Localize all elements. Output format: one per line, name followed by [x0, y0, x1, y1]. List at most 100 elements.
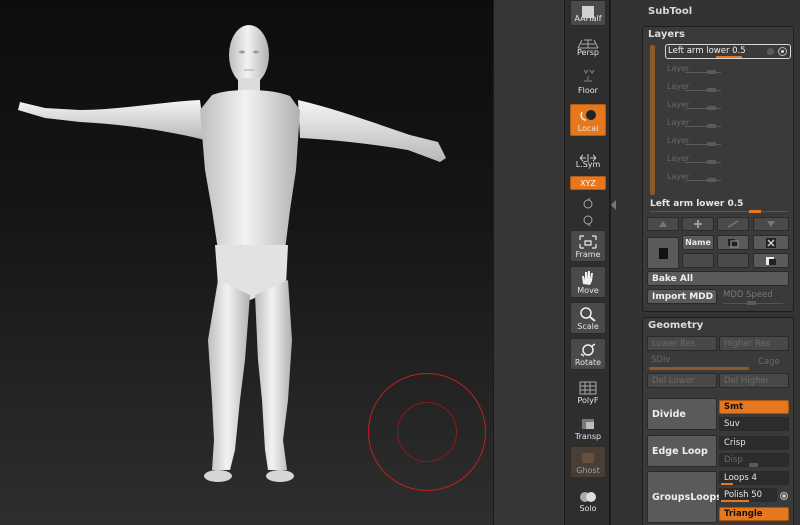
- ghost-icon: [576, 450, 600, 466]
- polish-toggle-icon[interactable]: [780, 492, 788, 500]
- del-higher-button[interactable]: Del Higher: [719, 373, 789, 388]
- crisp-toggle[interactable]: Crisp: [719, 436, 789, 450]
- scale-label: Scale: [577, 322, 599, 331]
- scale-button[interactable]: Scale: [570, 302, 606, 334]
- tray-collapse-arrow-icon[interactable]: [611, 200, 616, 210]
- suv-toggle[interactable]: Suv: [719, 417, 789, 431]
- move-button[interactable]: Move: [570, 266, 606, 298]
- frame-icon: [576, 234, 600, 250]
- layer-row[interactable]: Layer: [665, 118, 789, 131]
- layer-delete-button[interactable]: [753, 235, 789, 250]
- polyframe-icon: [576, 380, 600, 396]
- layer-name-button[interactable]: Name: [682, 235, 714, 250]
- mdd-speed-knob[interactable]: [747, 301, 756, 305]
- layer-duplicate-button[interactable]: [717, 235, 749, 250]
- delete-icon: [766, 237, 776, 248]
- layer-intensity-knob[interactable]: [749, 210, 761, 213]
- bake-all-button[interactable]: Bake All: [647, 271, 789, 286]
- local-icon: [576, 108, 600, 124]
- rotate-icon: [576, 342, 600, 358]
- lsym-button[interactable]: L.Sym: [570, 146, 606, 172]
- subtool-palette-title[interactable]: SubTool: [648, 6, 692, 17]
- brush-cursor-inner: [397, 402, 457, 462]
- xyz-button[interactable]: XYZ: [570, 176, 606, 190]
- lower-res-button[interactable]: Lower Res: [647, 336, 717, 351]
- floor-button[interactable]: Floor: [570, 64, 606, 98]
- layer-copy-button[interactable]: [753, 253, 789, 268]
- layer-row[interactable]: Layer: [665, 172, 789, 185]
- divide-button[interactable]: Divide: [647, 398, 717, 430]
- layer-record-button[interactable]: [647, 237, 679, 269]
- layer-split-button[interactable]: [717, 217, 749, 231]
- copy-icon: [766, 256, 776, 265]
- layer-new-button[interactable]: [682, 217, 714, 231]
- layers-title[interactable]: Layers: [648, 29, 685, 40]
- layers-scrollbar[interactable]: [650, 45, 655, 195]
- triangle-toggle[interactable]: Triangle: [719, 507, 789, 521]
- local-button[interactable]: Local: [570, 104, 606, 136]
- layer-row[interactable]: Layer: [665, 154, 789, 167]
- polyf-button[interactable]: PolyF: [570, 376, 606, 408]
- duplicate-icon: [728, 238, 739, 247]
- del-lower-button[interactable]: Del Lower: [647, 373, 717, 388]
- layer-move-up-button[interactable]: [647, 217, 679, 231]
- layer-visibility-icon[interactable]: [778, 47, 787, 56]
- layer-slider-knob[interactable]: [707, 178, 716, 182]
- layer-intensity-label: Left arm lower 0.5: [650, 199, 744, 209]
- hand-icon: [576, 270, 600, 286]
- layer-row[interactable]: Layer: [665, 82, 789, 95]
- smt-toggle[interactable]: Smt: [719, 400, 789, 414]
- canvas-viewport[interactable]: [0, 0, 493, 525]
- layer-intensity-track[interactable]: [650, 211, 788, 212]
- layer-slider-knob[interactable]: [707, 142, 716, 146]
- polish-slider-fill: [721, 500, 749, 502]
- layer-record-icon[interactable]: [767, 48, 774, 55]
- frame-button[interactable]: Frame: [570, 230, 606, 262]
- model-right-leg: [255, 280, 292, 470]
- rotate-z-icon[interactable]: [582, 211, 594, 227]
- import-mdd-button[interactable]: Import MDD: [647, 289, 717, 304]
- layer-row[interactable]: Layer: [665, 136, 789, 149]
- loops-slider-fill: [721, 483, 733, 485]
- zbrush-window: AAHalf Persp Floor Local L.Sym XYZ Frame…: [0, 0, 800, 525]
- layer-merge-button[interactable]: [682, 253, 714, 268]
- layer-move-down-button[interactable]: [753, 217, 789, 231]
- disp-slider-knob[interactable]: [749, 463, 758, 467]
- layer-row-active[interactable]: Left arm lower 0.5: [665, 44, 791, 59]
- transp-label: Transp: [574, 432, 602, 441]
- sdiv-label: SDiv: [651, 355, 671, 365]
- grid-icon: [576, 36, 600, 52]
- cage-label[interactable]: Cage: [758, 357, 780, 367]
- layer-row[interactable]: Layer: [665, 100, 789, 113]
- floor-label: Floor: [578, 86, 598, 95]
- frame-label: Frame: [575, 250, 601, 259]
- rotate-y-icon[interactable]: [582, 195, 594, 209]
- groups-loops-button[interactable]: GroupsLoops: [647, 471, 722, 523]
- scroll-gutter: [493, 0, 564, 525]
- solo-button[interactable]: Solo: [570, 484, 606, 516]
- edge-loop-button[interactable]: Edge Loop: [647, 435, 717, 467]
- layer-slider-knob[interactable]: [707, 70, 716, 74]
- aahalf-button[interactable]: AAHalf: [570, 0, 606, 26]
- higher-res-button[interactable]: Higher Res: [719, 336, 789, 351]
- layers-panel: Layers Left arm lower 0.5 Layer Layer La…: [642, 26, 794, 312]
- polyf-label: PolyF: [577, 396, 599, 405]
- geometry-panel: Geometry Lower Res Higher Res SDiv Cage …: [642, 317, 794, 525]
- solo-icon: [576, 488, 600, 504]
- persp-button[interactable]: Persp: [570, 32, 606, 60]
- layer-slider-knob[interactable]: [707, 88, 716, 92]
- ghost-button[interactable]: Ghost: [570, 446, 606, 478]
- layer-slider-knob[interactable]: [707, 106, 716, 110]
- layer-row[interactable]: Layer: [665, 64, 789, 77]
- transp-button[interactable]: Transp: [570, 412, 606, 444]
- split-icon: [727, 220, 739, 228]
- layer-slider-knob[interactable]: [707, 124, 716, 128]
- layer-merge-down-button[interactable]: [717, 253, 749, 268]
- sdiv-slider[interactable]: [649, 367, 749, 370]
- magnify-icon: [576, 306, 600, 322]
- model-left-arm: [18, 100, 205, 140]
- geometry-title[interactable]: Geometry: [648, 320, 703, 331]
- rotate-button[interactable]: Rotate: [570, 338, 606, 370]
- layer-slider-knob[interactable]: [707, 160, 716, 164]
- ghost-label: Ghost: [576, 466, 600, 475]
